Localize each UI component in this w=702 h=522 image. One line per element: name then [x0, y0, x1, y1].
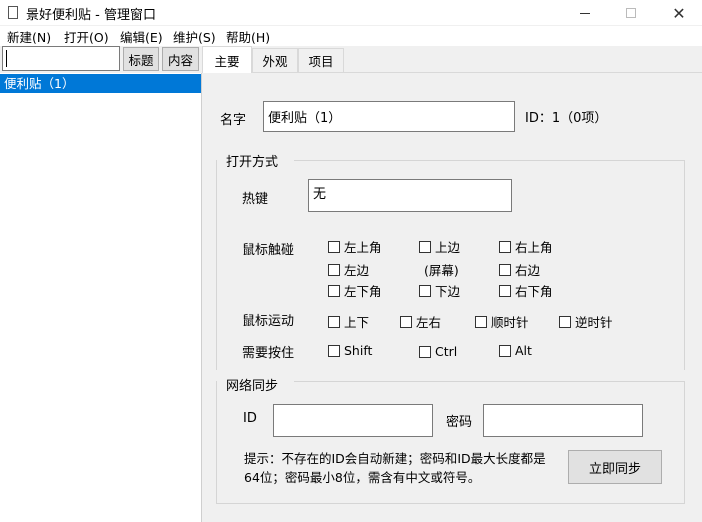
move-leftright-checkbox[interactable]: 左右: [400, 312, 441, 331]
sync-id-input[interactable]: [273, 404, 433, 437]
list-item[interactable]: 便利贴（1）: [0, 74, 201, 93]
checkbox-box[interactable]: [328, 315, 340, 328]
touch-bottom-checkbox[interactable]: 下边: [419, 281, 460, 300]
mouse-touch-label: 鼠标触碰: [242, 243, 295, 258]
screen-label: (屏幕): [424, 263, 459, 278]
group-border-left: [216, 160, 217, 370]
open-method-group-title: 打开方式: [226, 155, 279, 170]
checkbox-box[interactable]: [475, 315, 487, 328]
checkbox-box[interactable]: [328, 344, 340, 357]
tab-appearance[interactable]: 外观: [252, 48, 298, 72]
menu-bar: 新建(N) 打开(O) 编辑(E) 维护(S) 帮助(H): [0, 26, 702, 46]
checkbox-box[interactable]: [328, 284, 340, 297]
group-border-right: [684, 381, 685, 503]
minimize-icon: [580, 12, 590, 14]
sync-group-title: 网络同步: [226, 379, 279, 394]
menu-edit[interactable]: 编辑(E): [120, 27, 163, 46]
menu-help[interactable]: 帮助(H): [226, 27, 270, 46]
touch-top-right-checkbox[interactable]: 右上角: [499, 237, 553, 256]
maximize-button[interactable]: [608, 0, 654, 26]
sync-now-button[interactable]: 立即同步: [568, 450, 662, 484]
name-input[interactable]: 便利贴（1）: [263, 101, 515, 132]
sync-id-label: ID: [243, 411, 257, 426]
touch-top-checkbox[interactable]: 上边: [419, 237, 460, 256]
close-button[interactable]: ✕: [656, 0, 702, 26]
move-clockwise-checkbox[interactable]: 顺时针: [475, 312, 529, 331]
hold-key-label: 需要按住: [242, 346, 295, 361]
window-title: 景好便利贴 - 管理窗口: [26, 8, 156, 23]
group-divider: [294, 160, 684, 161]
checkbox-box[interactable]: [328, 263, 340, 276]
checkbox-box[interactable]: [419, 240, 431, 253]
sync-password-input[interactable]: [483, 404, 643, 437]
checkbox-box[interactable]: [328, 240, 340, 253]
hold-ctrl-checkbox[interactable]: Ctrl: [419, 344, 457, 359]
name-label: 名字: [220, 113, 247, 128]
touch-top-left-checkbox[interactable]: 左上角: [328, 237, 382, 256]
menu-open[interactable]: 打开(O): [64, 27, 109, 46]
touch-left-checkbox[interactable]: 左边: [328, 260, 369, 279]
app-icon: [8, 6, 18, 19]
checkbox-box[interactable]: [499, 344, 511, 357]
menu-maintain[interactable]: 维护(S): [173, 27, 216, 46]
group-border-right: [684, 160, 685, 370]
hold-shift-checkbox[interactable]: Shift: [328, 343, 372, 358]
move-counterclockwise-checkbox[interactable]: 逆时针: [559, 312, 613, 331]
sync-password-label: 密码: [446, 415, 473, 430]
hotkey-label: 热键: [242, 192, 269, 207]
checkbox-box[interactable]: [499, 240, 511, 253]
group-border-bottom: [216, 503, 685, 504]
group-divider: [294, 381, 684, 382]
minimize-button[interactable]: [562, 0, 608, 26]
tab-items[interactable]: 项目: [298, 48, 344, 72]
checkbox-box[interactable]: [499, 284, 511, 297]
menu-new[interactable]: 新建(N): [7, 27, 51, 46]
touch-right-checkbox[interactable]: 右边: [499, 260, 540, 279]
maximize-icon: [626, 8, 636, 18]
close-icon: ✕: [672, 3, 686, 23]
sync-hint-text: 提示：不存在的ID会自动新建；密码和ID最大长度都是64位；密码最小8位，需含有…: [244, 451, 546, 485]
title-bar: 景好便利贴 - 管理窗口 ✕: [0, 0, 702, 26]
hotkey-input[interactable]: 无: [308, 179, 512, 212]
id-text: ID：1（0项）: [525, 111, 608, 126]
search-input[interactable]: [2, 46, 120, 71]
group-border-left: [216, 381, 217, 503]
checkbox-box[interactable]: [419, 284, 431, 297]
mouse-move-label: 鼠标运动: [242, 314, 295, 329]
text-caret: [6, 50, 7, 67]
checkbox-box[interactable]: [400, 315, 412, 328]
touch-bottom-left-checkbox[interactable]: 左下角: [328, 281, 382, 300]
checkbox-box[interactable]: [559, 315, 571, 328]
hold-alt-checkbox[interactable]: Alt: [499, 343, 532, 358]
checkbox-box[interactable]: [419, 345, 431, 358]
touch-bottom-right-checkbox[interactable]: 右下角: [499, 281, 553, 300]
tab-main[interactable]: 主要: [202, 46, 252, 73]
filter-content-button[interactable]: 内容: [162, 47, 199, 71]
checkbox-box[interactable]: [499, 263, 511, 276]
main-tab-panel: 名字 便利贴（1） ID：1（0项） 打开方式 热键 无 鼠标触碰 左上角 上边…: [202, 72, 702, 522]
note-list: 便利贴（1）: [0, 73, 202, 522]
filter-title-button[interactable]: 标题: [123, 47, 159, 71]
move-updown-checkbox[interactable]: 上下: [328, 312, 369, 331]
